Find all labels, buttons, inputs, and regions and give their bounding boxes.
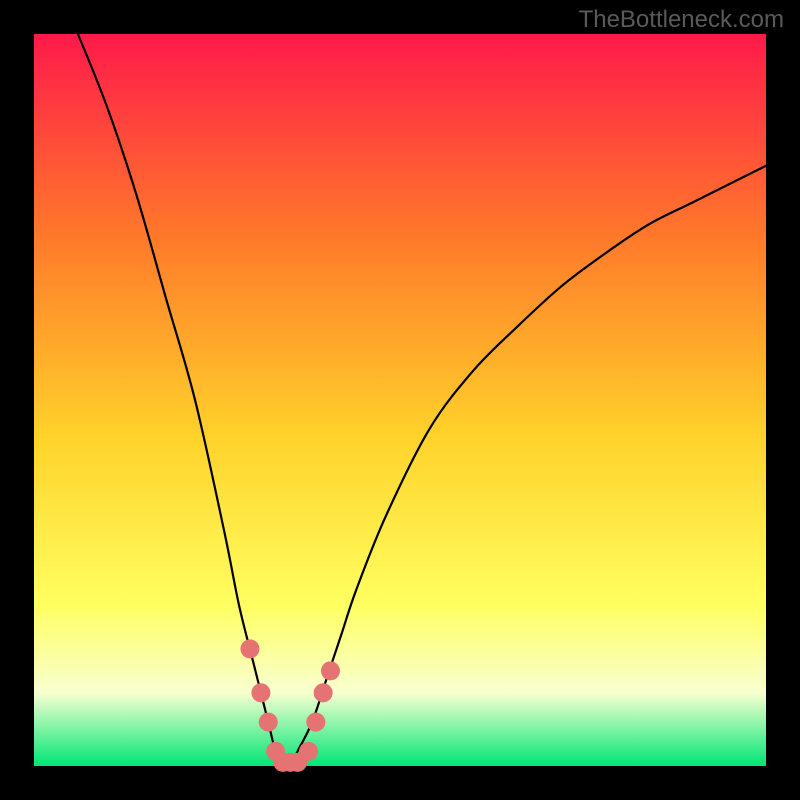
bottleneck-chart: TheBottleneck.com <box>0 0 800 800</box>
highlight-dot <box>314 683 333 702</box>
watermark-text: TheBottleneck.com <box>579 6 784 34</box>
chart-svg <box>0 0 800 800</box>
highlight-dot <box>251 683 270 702</box>
highlight-dot <box>306 713 325 732</box>
plot-area <box>34 34 766 766</box>
highlight-dot <box>240 639 259 658</box>
highlight-dot <box>299 742 318 761</box>
highlight-dot <box>321 661 340 680</box>
highlight-dot <box>259 713 278 732</box>
